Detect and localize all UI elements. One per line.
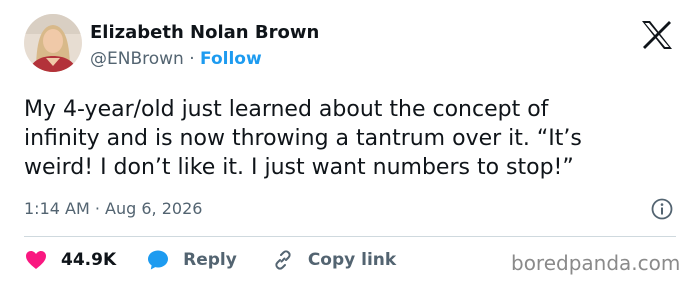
like-count: 44.9K (61, 250, 117, 270)
link-icon (275, 250, 291, 270)
watermark: boredpanda.com (511, 251, 681, 275)
copy-link-label: Copy link (307, 250, 397, 270)
tweet-text: My 4-year/old just learned about the con… (24, 95, 684, 182)
divider (24, 236, 676, 237)
speech-bubble-icon (148, 250, 169, 270)
author-handle-row: @ENBrown · Follow (90, 49, 262, 69)
tweet-text-line: weird! I don’t like it. I just want numb… (24, 155, 574, 180)
follow-button[interactable]: Follow (200, 49, 262, 69)
reply-button[interactable]: Reply (146, 248, 237, 272)
heart-icon (26, 251, 46, 269)
tweet-timestamp[interactable]: 1:14 AM · Aug 6, 2026 (24, 199, 202, 218)
handle-separator: · (189, 49, 195, 69)
action-bar: 44.9K Reply Copy link (24, 248, 396, 272)
reply-label: Reply (183, 250, 237, 270)
avatar-image (24, 14, 82, 72)
x-logo-icon[interactable] (640, 20, 674, 50)
copy-link-button[interactable]: Copy link (271, 248, 396, 272)
tweet-card: Elizabeth Nolan Brown @ENBrown · Follow … (0, 0, 700, 287)
author-name[interactable]: Elizabeth Nolan Brown (90, 22, 319, 43)
tweet-text-line: infinity and is now throwing a tantrum o… (24, 126, 582, 151)
avatar[interactable] (24, 14, 82, 72)
info-icon[interactable] (651, 198, 673, 220)
author-handle[interactable]: @ENBrown (90, 49, 184, 69)
like-button[interactable]: 44.9K (24, 248, 116, 272)
tweet-text-line: My 4-year/old just learned about the con… (24, 97, 549, 122)
